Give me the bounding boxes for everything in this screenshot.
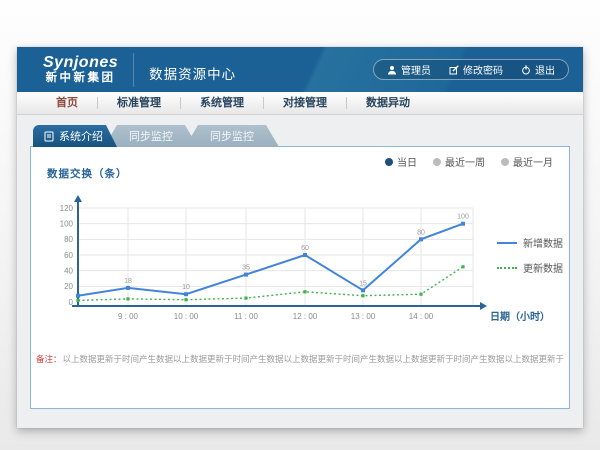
tab[interactable]: 系统介绍: [33, 125, 117, 147]
y-axis-label: 数据交换（条）: [47, 166, 128, 181]
footnote-text: 以上数据更新于时间产生数据以上数据更新于时间产生数据以上数据更新于时间产生数据以…: [63, 354, 565, 364]
svg-text:15: 15: [359, 280, 367, 287]
tab-label: 同步监控: [210, 128, 254, 144]
legend-label: 新增数据: [523, 235, 563, 250]
period-radio[interactable]: 最近一月: [501, 154, 553, 169]
user-actions: 管理员 修改密码 退出: [373, 59, 569, 80]
page-background: Synjones 新中新集团 数据资源中心 管理员 修改密码 退出: [0, 0, 600, 450]
exchange-line-chart: 0204060801001209 : 0010 : 0011 : 0012 : …: [43, 194, 559, 330]
legend-item[interactable]: 更新数据: [497, 260, 563, 275]
nav-item[interactable]: 对接管理: [264, 97, 347, 109]
edit-icon: [449, 65, 459, 75]
app-header: Synjones 新中新集团 数据资源中心 管理员 修改密码 退出: [17, 47, 583, 92]
app-window: Synjones 新中新集团 数据资源中心 管理员 修改密码 退出: [17, 47, 583, 428]
svg-text:14 : 00: 14 : 00: [409, 312, 434, 321]
period-selector: 当日 最近一周 最近一月: [385, 154, 553, 169]
svg-text:日期（小时）: 日期（小时）: [490, 310, 550, 323]
tab-bar: 系统介绍 同步监控 同步监控: [30, 125, 570, 147]
footnote-prefix: 备注：: [36, 354, 62, 364]
nav-item[interactable]: 系统管理: [181, 97, 264, 109]
svg-text:80: 80: [417, 229, 425, 236]
legend-label: 更新数据: [523, 260, 563, 275]
main-nav: 首页标准管理系统管理对接管理数据异动: [17, 92, 583, 115]
logo-chinese: 新中新集团: [43, 72, 118, 84]
radio-dot-icon: [433, 158, 441, 166]
chart-panel: 当日最近一周最近一月 数据交换（条） 0204060801001209 : 00…: [30, 146, 570, 409]
change-password-button[interactable]: 修改密码: [440, 62, 512, 77]
tab[interactable]: 同步监控: [185, 125, 279, 147]
svg-text:10: 10: [182, 284, 190, 291]
svg-text:13 : 00: 13 : 00: [351, 312, 376, 321]
period-radio-label: 最近一周: [445, 154, 485, 169]
radio-dot-icon: [385, 158, 393, 166]
tab-label: 同步监控: [129, 128, 173, 144]
page-title: 数据资源中心: [133, 53, 236, 87]
svg-text:60: 60: [64, 251, 73, 260]
legend-item[interactable]: 新增数据: [497, 235, 563, 250]
svg-text:100: 100: [457, 214, 469, 221]
svg-text:100: 100: [60, 219, 74, 228]
period-radio-label: 最近一月: [513, 154, 553, 169]
legend-line-icon: [497, 242, 517, 244]
svg-text:18: 18: [124, 278, 132, 285]
nav-item[interactable]: 标准管理: [98, 97, 181, 109]
legend-line-icon: [497, 267, 517, 269]
svg-text:10 : 00: 10 : 00: [174, 312, 199, 321]
company-logo: Synjones 新中新集团: [43, 55, 118, 84]
svg-text:9 : 00: 9 : 00: [118, 312, 139, 321]
svg-text:35: 35: [242, 265, 250, 272]
user-button[interactable]: 管理员: [378, 62, 440, 77]
document-icon: [44, 131, 54, 142]
tab-label: 系统介绍: [59, 128, 103, 144]
svg-text:20: 20: [64, 282, 73, 291]
footnote: 备注：以上数据更新于时间产生数据以上数据更新于时间产生数据以上数据更新于时间产生…: [31, 353, 569, 365]
logo-english: Synjones: [43, 55, 118, 72]
content-area: 系统介绍同步监控同步监控 当日最近一周最近一月 数据交换（条） 02040608…: [17, 115, 583, 428]
user-icon: [387, 65, 397, 75]
svg-text:11 : 00: 11 : 00: [234, 312, 258, 321]
svg-text:40: 40: [64, 266, 73, 275]
period-radio[interactable]: 当日: [385, 154, 417, 169]
period-radio[interactable]: 最近一周: [433, 154, 485, 169]
svg-text:80: 80: [64, 235, 73, 244]
tab[interactable]: 同步监控: [104, 125, 198, 147]
svg-text:60: 60: [301, 245, 309, 252]
svg-text:120: 120: [60, 204, 74, 213]
svg-text:12 : 00: 12 : 00: [293, 312, 318, 321]
logout-button[interactable]: 退出: [512, 62, 564, 77]
nav-item[interactable]: 首页: [37, 97, 98, 109]
power-icon: [521, 65, 531, 75]
period-radio-label: 当日: [397, 154, 417, 169]
nav-item[interactable]: 数据异动: [347, 97, 429, 109]
radio-dot-icon: [501, 158, 509, 166]
chart-legend: 新增数据更新数据: [497, 235, 563, 275]
